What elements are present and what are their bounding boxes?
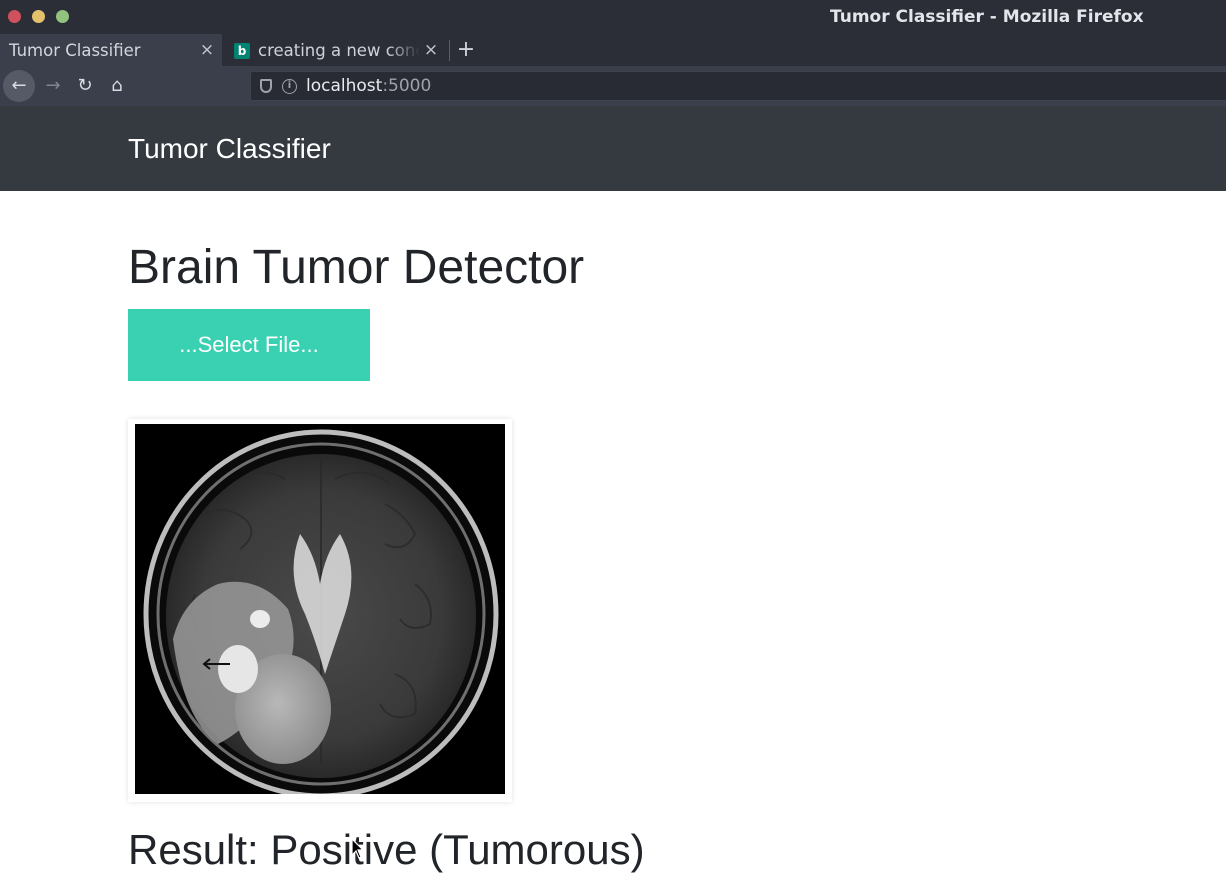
tab-label: creating a new conda environment: [258, 41, 420, 60]
select-file-button[interactable]: ...Select File...: [128, 309, 370, 381]
mouse-cursor-icon: [351, 838, 365, 859]
nav-toolbar: ← → ↻ ⌂ i localhost:5000: [0, 66, 1226, 106]
forward-button[interactable]: →: [37, 70, 69, 102]
tab-close-icon[interactable]: ×: [422, 41, 440, 59]
window-title: Tumor Classifier - Mozilla Firefox: [830, 7, 1144, 27]
mri-scan-image: [135, 424, 505, 794]
tab-tumor-classifier[interactable]: Tumor Classifier ×: [0, 34, 222, 67]
info-icon[interactable]: i: [282, 78, 297, 94]
url-bar[interactable]: i localhost:5000: [250, 71, 1226, 101]
tab-strip: Tumor Classifier × b creating a new cond…: [0, 33, 1226, 67]
result-text: Result: Positive (Tumorous): [128, 826, 645, 873]
shield-icon[interactable]: [260, 79, 272, 93]
url-text[interactable]: localhost:5000: [306, 76, 431, 96]
back-button[interactable]: ←: [3, 70, 35, 102]
tab-close-icon[interactable]: ×: [198, 41, 216, 59]
image-preview-frame: [128, 419, 512, 802]
tab-conda-search[interactable]: b creating a new conda environment ×: [228, 34, 446, 67]
bing-icon: b: [234, 42, 250, 59]
navbar-brand[interactable]: Tumor Classifier: [128, 133, 331, 165]
page-navbar: Tumor Classifier: [0, 106, 1226, 191]
url-port: :5000: [382, 76, 432, 96]
tab-separator: [449, 40, 450, 61]
window-titlebar: Tumor Classifier - Mozilla Firefox: [0, 0, 1226, 33]
tab-label: Tumor Classifier: [9, 41, 141, 60]
home-button[interactable]: ⌂: [101, 70, 133, 102]
page-title: Brain Tumor Detector: [128, 241, 585, 294]
reload-button[interactable]: ↻: [69, 70, 101, 102]
url-host: localhost: [306, 76, 383, 96]
new-tab-button[interactable]: +: [455, 39, 477, 62]
